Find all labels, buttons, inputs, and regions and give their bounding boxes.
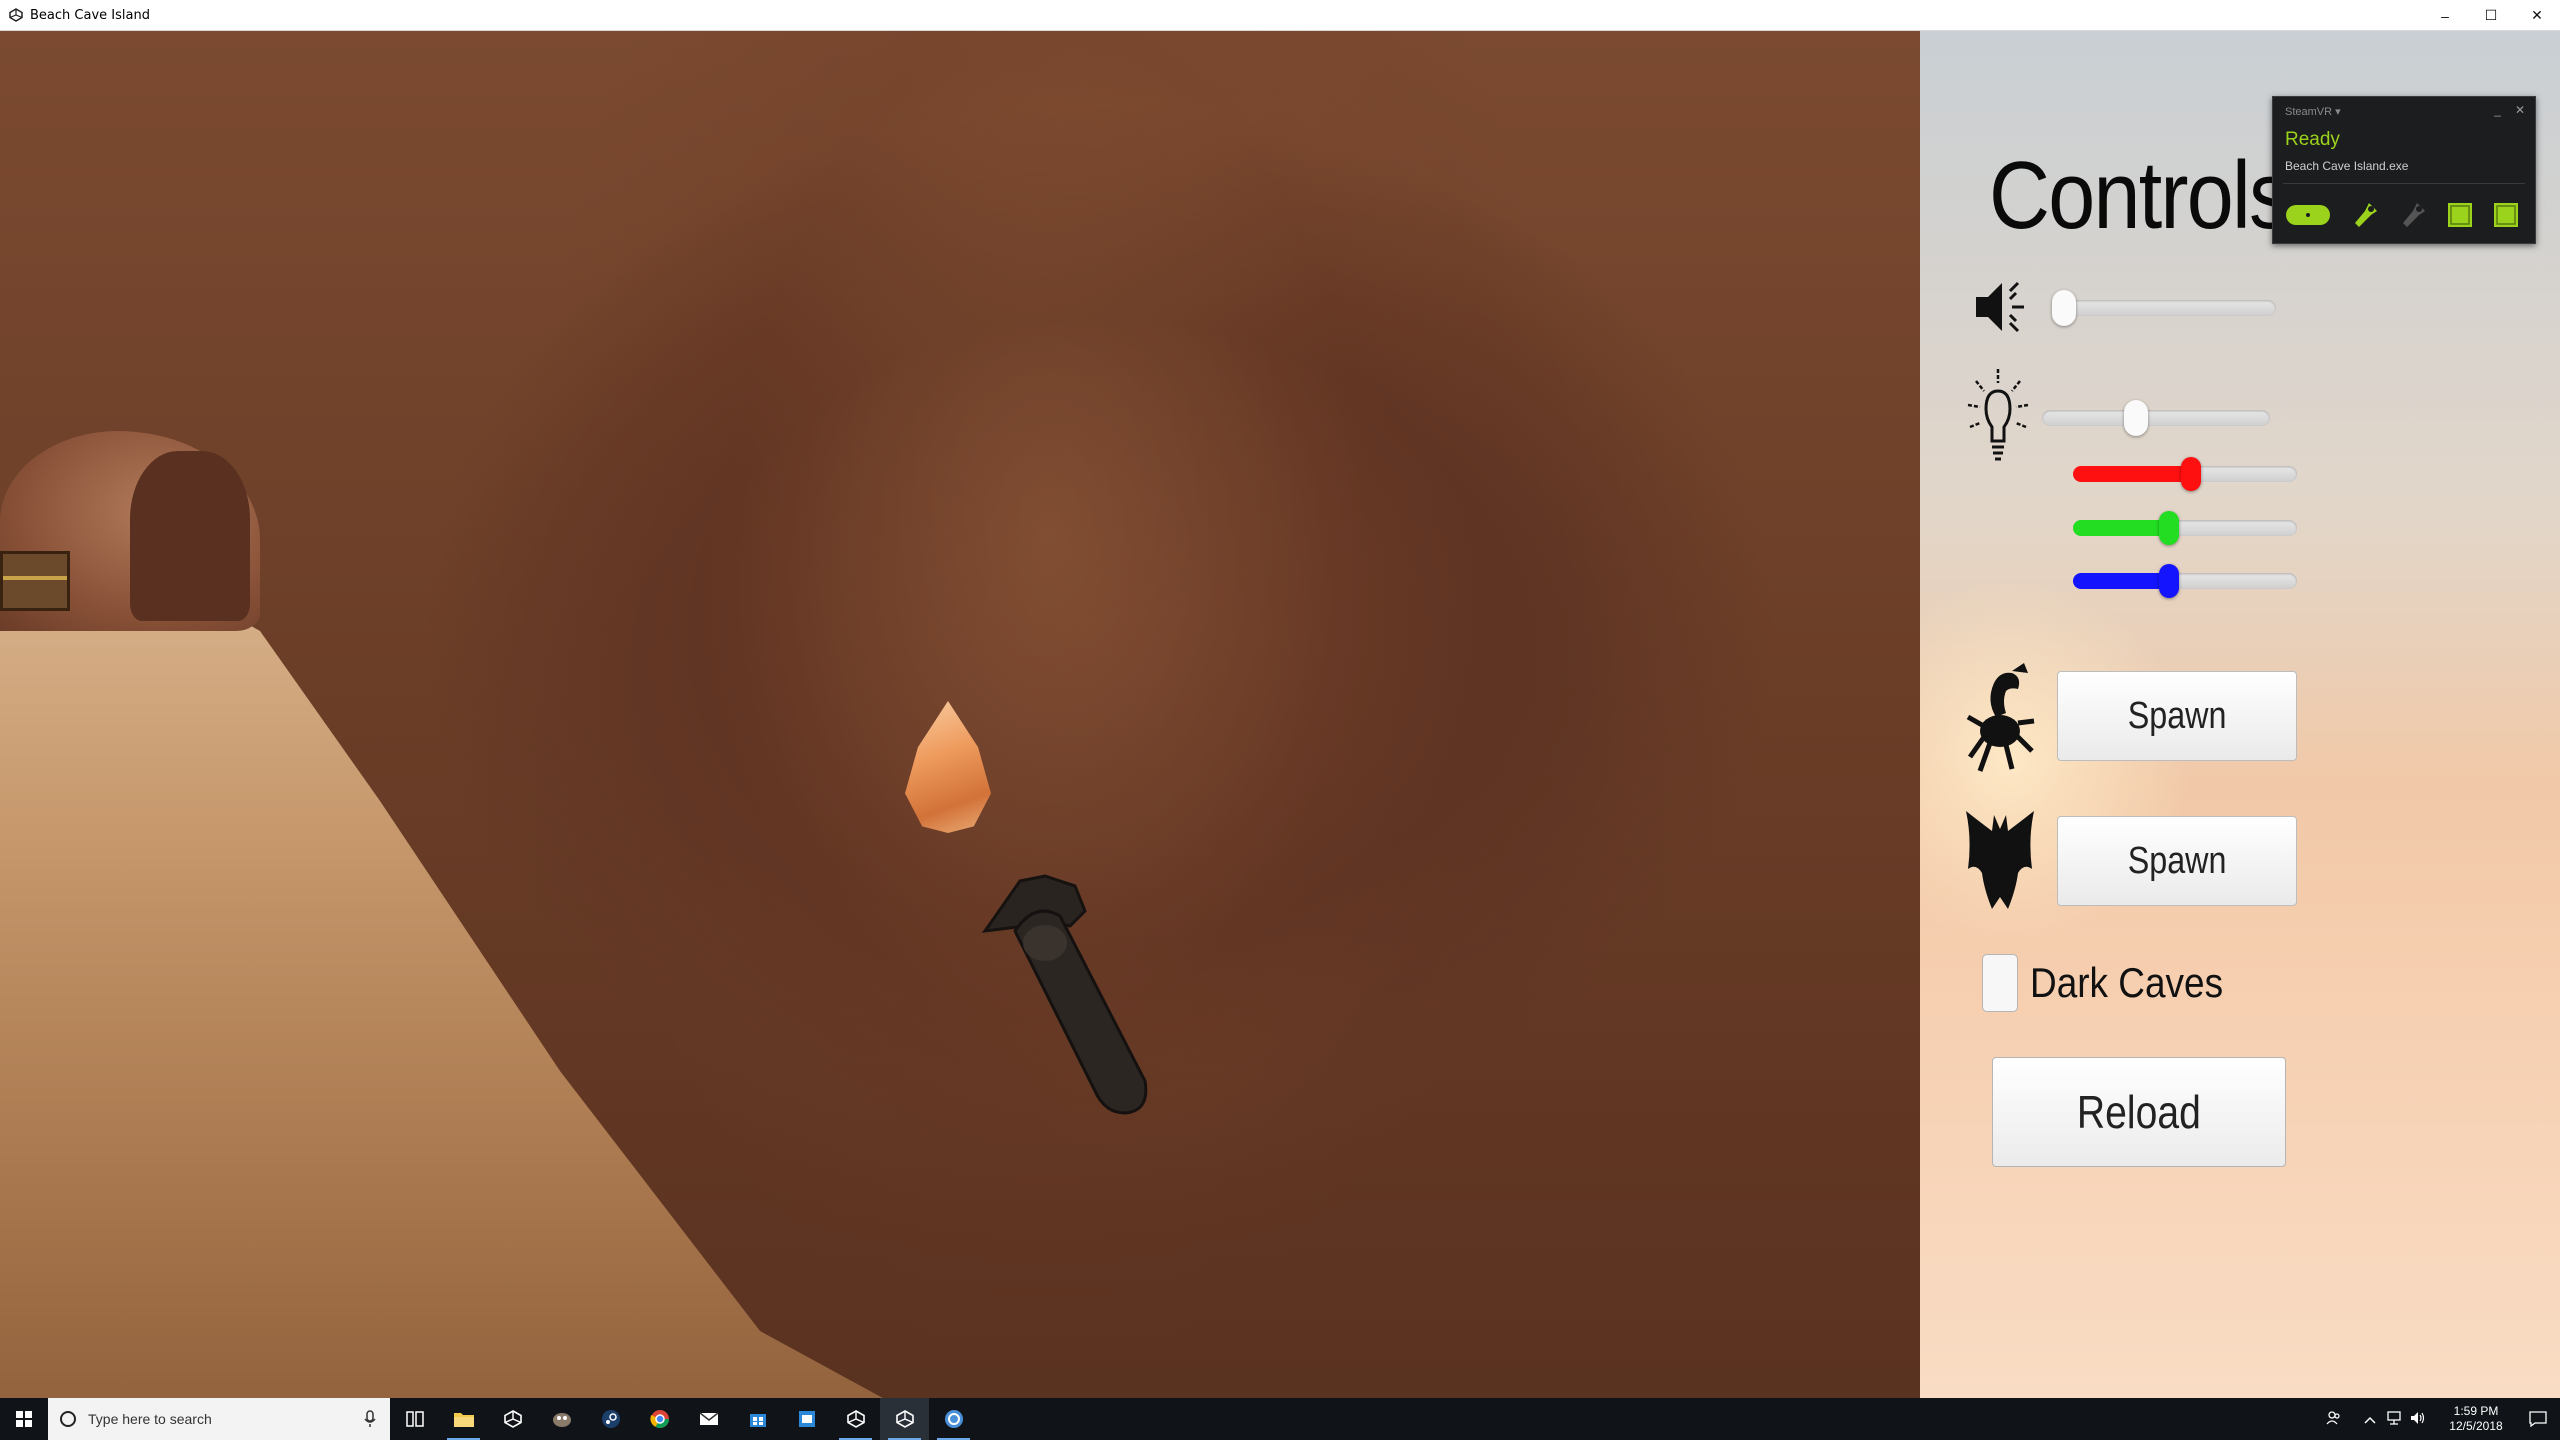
taskbar-clock[interactable]: 1:59 PM 12/5/2018 [2436, 1404, 2516, 1434]
speaker-icon [1976, 281, 2024, 333]
base-station-1-icon[interactable] [2447, 202, 2473, 228]
window-title-bar: Beach Cave Island – ☐ ✕ [0, 0, 2560, 31]
taskbar: Type here to search 1:59 PM 12/5/2018 [0, 1398, 2560, 1440]
bat-icon [1966, 811, 2034, 909]
store-icon[interactable] [733, 1398, 782, 1440]
treasure-chest [0, 551, 70, 611]
steamvr-app-name: Beach Cave Island.exe [2285, 159, 2409, 173]
red-slider[interactable] [2073, 457, 2297, 491]
unity-editor-icon[interactable] [831, 1398, 880, 1440]
file-explorer-icon[interactable] [439, 1398, 488, 1440]
reload-button[interactable]: Reload [1992, 1057, 2286, 1167]
volume-slider[interactable] [2052, 290, 2276, 326]
minimize-button[interactable]: – [2422, 0, 2468, 31]
steamvr-minimize-button[interactable]: _ [2494, 103, 2501, 117]
chevron-up-icon[interactable] [2358, 1412, 2382, 1427]
people-icon[interactable] [2322, 1410, 2346, 1428]
green-slider[interactable] [2073, 511, 2297, 545]
red-slider-handle[interactable] [2181, 457, 2202, 491]
unity-icon[interactable] [488, 1398, 537, 1440]
controller-2-icon[interactable] [2399, 201, 2427, 229]
maximize-button[interactable]: ☐ [2468, 0, 2514, 31]
blue-slider[interactable] [2073, 564, 2297, 598]
volume-slider-handle[interactable] [2052, 290, 2076, 326]
volume-icon[interactable] [2406, 1411, 2430, 1428]
start-button[interactable] [0, 1398, 48, 1440]
green-slider-handle[interactable] [2158, 511, 2179, 545]
clock-time: 1:59 PM [2453, 1404, 2499, 1418]
search-placeholder: Type here to search [88, 1411, 212, 1427]
base-station-2-icon[interactable] [2493, 202, 2519, 228]
taskbar-search-box[interactable]: Type here to search [48, 1398, 390, 1440]
steamvr-status: Ready [2285, 129, 2340, 150]
brightness-slider-handle[interactable] [2123, 400, 2148, 436]
blue-slider-handle[interactable] [2158, 564, 2179, 598]
network-icon[interactable] [2382, 1410, 2406, 1428]
steamvr-menu[interactable]: SteamVR ▾ [2285, 105, 2341, 118]
unity-app-icon [8, 7, 24, 23]
close-button[interactable]: ✕ [2514, 0, 2560, 31]
microphone-icon[interactable] [364, 1410, 376, 1428]
game-viewport[interactable] [0, 31, 1920, 1398]
steamvr-taskbar-icon[interactable] [929, 1398, 978, 1440]
cortana-icon [60, 1411, 76, 1427]
steamvr-status-window: SteamVR ▾ _ ✕ Ready Beach Cave Island.ex… [2272, 96, 2536, 244]
mail-icon[interactable] [684, 1398, 733, 1440]
steamvr-close-button[interactable]: ✕ [2515, 103, 2525, 117]
brightness-slider[interactable] [2042, 400, 2270, 436]
action-center-icon[interactable] [2516, 1398, 2560, 1440]
spawn-crab-button[interactable]: Spawn [2057, 671, 2297, 761]
panel-title: Controls [1989, 142, 2291, 249]
spawn-bat-button[interactable]: Spawn [2057, 816, 2297, 906]
chrome-icon[interactable] [635, 1398, 684, 1440]
crab-icon [1966, 663, 2035, 772]
app-window-icon[interactable] [782, 1398, 831, 1440]
gimp-icon[interactable] [537, 1398, 586, 1440]
window-title: Beach Cave Island [30, 7, 150, 23]
windows-icon [16, 1411, 32, 1427]
lightbulb-icon [1967, 369, 2029, 461]
task-view-icon[interactable] [390, 1398, 439, 1440]
vr-controller [981, 874, 1148, 1115]
dark-caves-checkbox[interactable] [1982, 954, 2018, 1012]
controller-1-icon[interactable] [2351, 201, 2379, 229]
steam-icon[interactable] [586, 1398, 635, 1440]
beach-cave-island-icon[interactable] [880, 1398, 929, 1440]
distant-rock-shadow [130, 451, 250, 621]
clock-date: 12/5/2018 [2449, 1419, 2503, 1433]
headset-icon[interactable] [2285, 203, 2331, 227]
dark-caves-label: Dark Caves [2030, 959, 2224, 1006]
